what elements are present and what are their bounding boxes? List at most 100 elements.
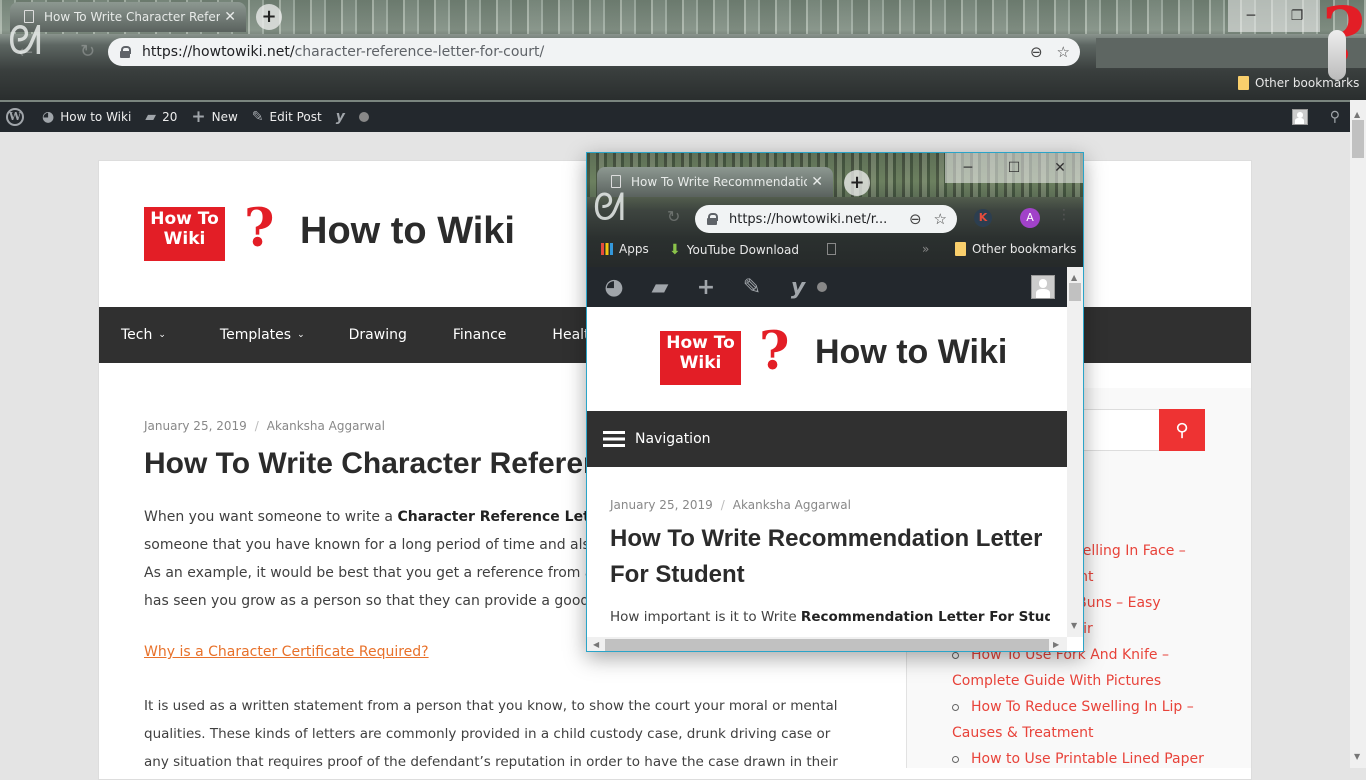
minimize-button[interactable]: ─	[1228, 0, 1274, 32]
bookmarks-overflow-button[interactable]: »	[922, 242, 929, 256]
navigation-label: Navigation	[635, 431, 711, 447]
wp-admin-bar: W ◕ How to Wiki ▰ 20 + New ✎ Edit Post y…	[0, 100, 1350, 132]
intro-text: How important is it to Write	[610, 609, 801, 625]
nav-label: Drawing	[348, 327, 407, 343]
restore-button[interactable]: ❐	[1274, 0, 1320, 32]
popup-scrollbar-thumb[interactable]	[1069, 283, 1081, 301]
post-title-line: For Student	[610, 561, 745, 588]
zoom-out-icon[interactable]: ⊖	[909, 210, 922, 228]
plus-icon: +	[191, 107, 206, 127]
profile-avatar[interactable]: A	[1020, 208, 1040, 228]
sidebar-search-button[interactable]: ⚲	[1159, 409, 1205, 451]
bookmark-star-icon[interactable]: ☆	[934, 210, 947, 228]
new-tab-button[interactable]: +	[256, 4, 282, 30]
popup-hscroll-thumb[interactable]	[605, 639, 1049, 651]
page-icon	[24, 10, 34, 23]
yoast-seo-icon[interactable]: y	[785, 275, 811, 300]
list-bullet	[952, 755, 959, 763]
sidebar-link[interactable]: Causes & Treatment	[952, 725, 1093, 741]
nav-label: Tech	[121, 327, 153, 343]
popup-browser-window[interactable]: How To Write Recommendation Letter For S…	[586, 152, 1084, 652]
article-paragraph-1: When you want someone to write a Charact…	[144, 503, 594, 615]
nav-item-drawing[interactable]: Drawing	[349, 327, 407, 343]
other-bookmarks[interactable]: Other bookmarks	[955, 242, 1076, 256]
back-button[interactable]: ←	[18, 42, 33, 63]
page-scrollbar[interactable]: ▲ ▼	[1350, 100, 1366, 768]
apps-label: Apps	[619, 242, 649, 256]
list-bullet	[952, 703, 959, 711]
popup-tab-active[interactable]: How To Write Recommendation Letter For S…	[597, 167, 833, 197]
logo-box[interactable]: How To Wiki	[660, 331, 741, 385]
admin-comments-link[interactable]: ▰ 20	[145, 109, 177, 125]
comment-icon[interactable]: ▰	[647, 275, 673, 300]
seo-status-dot	[358, 112, 369, 122]
youtube-downloader-label: YouTube Downloader	[686, 243, 799, 257]
popup-scrollbar[interactable]: ▲ ▼	[1067, 267, 1083, 637]
bookmark-page-icon[interactable]	[827, 243, 836, 255]
bookmark-apps[interactable]: Apps	[601, 242, 649, 256]
address-bar[interactable]: https://howtowiki.net/character-referenc…	[108, 38, 1080, 66]
lock-icon	[707, 213, 718, 225]
post-author[interactable]: Akanksha Aggarwal	[733, 498, 851, 512]
popup-maximize-button[interactable]: ☐	[991, 153, 1037, 183]
para-line: When you want someone to write a Charact…	[144, 509, 594, 525]
nav-item-tech[interactable]: Tech ⌄	[121, 327, 166, 343]
extension-k-icon[interactable]: K	[974, 209, 992, 227]
logo-line1: How To	[150, 209, 219, 229]
popup-minimize-button[interactable]: ─	[945, 153, 991, 183]
reload-button[interactable]: ↻	[667, 207, 680, 226]
comment-icon: ▰	[145, 109, 157, 125]
site-title[interactable]: How to Wiki	[300, 210, 515, 253]
wordpress-logo-icon[interactable]: W	[6, 108, 24, 126]
browser-tab-active[interactable]: How To Write Character Reference Letter …	[10, 2, 246, 32]
post-date[interactable]: January 25, 2019	[610, 498, 713, 512]
admin-new-link[interactable]: + New	[191, 107, 237, 127]
nav-label: Finance	[452, 327, 507, 343]
apps-grid-icon	[601, 243, 613, 255]
question-mark-logo-icon: ?	[244, 198, 275, 259]
admin-avatar[interactable]	[1031, 275, 1055, 299]
post-date[interactable]: January 25, 2019	[144, 419, 247, 433]
new-tab-button[interactable]: +	[844, 170, 870, 196]
popup-close-button[interactable]: ✕	[1037, 153, 1083, 183]
new-label: New	[211, 110, 238, 124]
character-certificate-link[interactable]: Why is a Character Certificate Required?	[144, 644, 429, 660]
admin-site-name: How to Wiki	[60, 110, 132, 124]
close-tab-icon[interactable]: ✕	[807, 174, 827, 190]
sidebar-link[interactable]: Complete Guide With Pictures	[952, 673, 1161, 689]
page-scrollbar-thumb[interactable]	[1352, 120, 1364, 158]
logo-box: How To Wiki	[144, 207, 225, 261]
menu-kebab-icon[interactable]: ⋮	[1057, 207, 1071, 223]
post-author[interactable]: Akanksha Aggarwal	[267, 419, 385, 433]
yoast-seo-icon[interactable]: y	[336, 109, 345, 125]
admin-search-icon[interactable]: ⚲	[1330, 109, 1340, 125]
chevron-down-icon: ⌄	[297, 330, 305, 340]
admin-edit-post-link[interactable]: ✎ Edit Post	[252, 109, 322, 125]
admin-site-link[interactable]: ◕ How to Wiki	[42, 109, 131, 125]
sidebar-link[interactable]: How To Reduce Swelling In Lip –	[952, 699, 1194, 715]
sidebar-link[interactable]: How to Use Printable Lined Paper	[952, 751, 1204, 767]
page-icon	[611, 175, 621, 188]
bookmark-youtube-downloader[interactable]: ⬇ YouTube Downloader	[669, 242, 799, 258]
close-tab-icon[interactable]: ✕	[220, 9, 240, 25]
nav-item-templates[interactable]: Templates ⌄	[220, 327, 305, 343]
mobile-navigation-toggle[interactable]: Navigation	[587, 411, 1067, 467]
popup-horizontal-scrollbar[interactable]: ◀ ▶	[587, 637, 1067, 651]
plus-icon[interactable]: +	[693, 275, 719, 300]
admin-avatar[interactable]	[1291, 109, 1308, 125]
reload-button[interactable]: ↻	[80, 41, 95, 62]
pencil-icon[interactable]: ✎	[739, 275, 765, 300]
question-mark-logo-icon: ?	[759, 321, 790, 382]
pencil-icon: ✎	[251, 109, 264, 125]
list-bullet	[952, 651, 959, 659]
post-meta: January 25, 2019/Akanksha Aggarwal	[144, 419, 385, 433]
site-title[interactable]: How to Wiki	[815, 333, 1007, 372]
popup-address-bar[interactable]: https://howtowiki.net/r... ⊖ ☆	[695, 205, 957, 233]
nav-label: Templates	[219, 327, 292, 343]
post-title: How To Write Character Reference Letter …	[144, 447, 594, 480]
nav-item-finance[interactable]: Finance	[453, 327, 507, 343]
zoom-out-icon[interactable]: ⊖	[1030, 43, 1043, 61]
bookmark-star-icon[interactable]: ☆	[1057, 43, 1070, 61]
edit-post-label: Edit Post	[269, 110, 322, 124]
dashboard-icon[interactable]: ◕	[601, 275, 627, 300]
